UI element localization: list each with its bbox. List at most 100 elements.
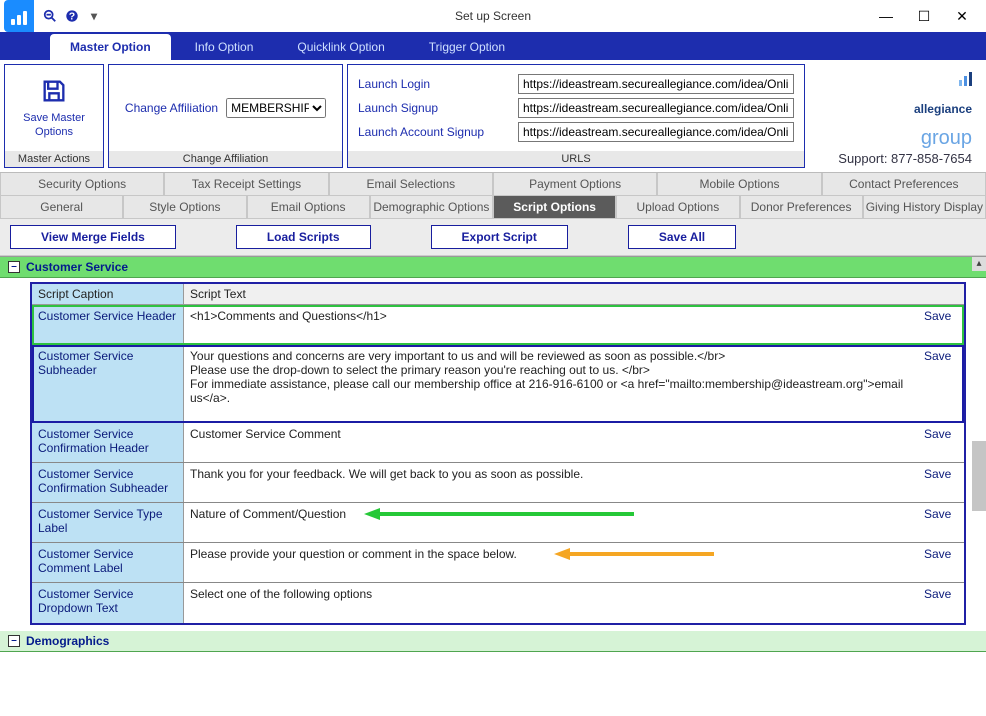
view-merge-fields-button[interactable]: View Merge Fields xyxy=(10,225,176,249)
export-script-button[interactable]: Export Script xyxy=(431,225,568,249)
table-row[interactable]: Customer Service Confirmation Header Cus… xyxy=(32,423,964,463)
group-urls: Launch Login Launch Signup Launch Accoun… xyxy=(347,64,805,168)
tab-info-option[interactable]: Info Option xyxy=(175,34,274,60)
table-row[interactable]: Customer Service Comment Label Please pr… xyxy=(32,543,964,583)
support-phone: Support: 877-858-7654 xyxy=(819,151,972,166)
brand-area: allegiance group Support: 877-858-7654 xyxy=(809,64,982,168)
save-link[interactable]: Save xyxy=(918,345,964,422)
stab-contact-preferences[interactable]: Contact Preferences xyxy=(822,173,986,196)
app-icon xyxy=(4,0,34,32)
section-demographics[interactable]: – Demographics xyxy=(0,631,986,652)
help-icon[interactable]: ? xyxy=(62,6,82,26)
save-link[interactable]: Save xyxy=(918,543,964,582)
save-icon[interactable] xyxy=(40,77,68,108)
launch-signup-label: Launch Signup xyxy=(358,101,508,115)
section-title: Demographics xyxy=(26,634,109,648)
collapse-toggle-icon[interactable]: – xyxy=(8,261,20,273)
window-title: Set up Screen xyxy=(455,9,531,23)
script-caption: Customer Service Dropdown Text xyxy=(32,583,184,623)
launch-signup-input[interactable] xyxy=(518,98,794,118)
script-text[interactable]: Nature of Comment/Question xyxy=(184,503,918,542)
launch-login-label: Launch Login xyxy=(358,77,508,91)
section-title: Customer Service xyxy=(26,260,128,274)
vertical-scrollbar[interactable]: ▴ xyxy=(972,257,986,716)
script-caption: Customer Service Comment Label xyxy=(32,543,184,582)
section-customer-service[interactable]: – Customer Service xyxy=(0,257,986,278)
save-link[interactable]: Save xyxy=(918,305,964,344)
table-row[interactable]: Customer Service Dropdown Text Select on… xyxy=(32,583,964,623)
script-text[interactable]: Select one of the following options xyxy=(184,583,918,623)
action-row: View Merge Fields Load Scripts Export Sc… xyxy=(0,219,986,256)
table-row[interactable]: Customer Service Header <h1>Comments and… xyxy=(32,305,964,345)
launch-acct-signup-input[interactable] xyxy=(518,122,794,142)
stab-payment-options[interactable]: Payment Options xyxy=(493,173,657,196)
save-link[interactable]: Save xyxy=(918,583,964,623)
table-row[interactable]: Customer Service Type Label Nature of Co… xyxy=(32,503,964,543)
script-caption: Customer Service Confirmation Subheader xyxy=(32,463,184,502)
stab-script-options[interactable]: Script Options xyxy=(493,196,616,219)
collapse-toggle-icon[interactable]: – xyxy=(8,635,20,647)
group-caption-change-affiliation: Change Affiliation xyxy=(109,151,342,167)
script-text[interactable]: Thank you for your feedback. We will get… xyxy=(184,463,918,502)
maximize-button[interactable]: ☐ xyxy=(914,8,934,25)
table-row[interactable]: Customer Service Confirmation Subheader … xyxy=(32,463,964,503)
grid-header: Script Caption Script Text xyxy=(32,284,964,305)
stab-style-options[interactable]: Style Options xyxy=(123,196,246,219)
group-master-actions: Save Master Options Master Actions xyxy=(4,64,104,168)
launch-login-input[interactable] xyxy=(518,74,794,94)
save-master-label[interactable]: Save Master Options xyxy=(15,112,93,138)
script-caption: Customer Service Header xyxy=(32,305,184,344)
launch-acct-signup-label: Launch Account Signup xyxy=(358,125,508,139)
group-caption-urls: URLS xyxy=(348,151,804,167)
orange-arrow-icon xyxy=(554,547,714,561)
script-text[interactable]: Please provide your question or comment … xyxy=(184,543,918,582)
title-bar: ? ▾ Set up Screen — ☐ ✕ xyxy=(0,0,986,32)
change-affiliation-label: Change Affiliation xyxy=(125,101,218,115)
script-text[interactable]: Customer Service Comment xyxy=(184,423,918,462)
stab-demographic-options[interactable]: Demographic Options xyxy=(370,196,493,219)
stab-upload-options[interactable]: Upload Options xyxy=(616,196,739,219)
script-text[interactable]: <h1>Comments and Questions</h1> xyxy=(184,305,918,344)
ribbon: Save Master Options Master Actions Chang… xyxy=(0,60,986,173)
script-caption: Customer Service Subheader xyxy=(32,345,184,422)
stab-security-options[interactable]: Security Options xyxy=(0,173,164,196)
affiliation-select[interactable]: MEMBERSHIP xyxy=(226,98,326,118)
dropdown-icon[interactable]: ▾ xyxy=(84,6,104,26)
stab-donor-preferences[interactable]: Donor Preferences xyxy=(740,196,863,219)
stab-giving-history[interactable]: Giving History Display xyxy=(863,196,986,219)
secondary-tabs-row2: General Style Options Email Options Demo… xyxy=(0,196,986,219)
content-area[interactable]: – Customer Service Script Caption Script… xyxy=(0,256,986,716)
stab-general[interactable]: General xyxy=(0,196,123,219)
save-link[interactable]: Save xyxy=(918,503,964,542)
script-caption: Customer Service Confirmation Header xyxy=(32,423,184,462)
zoom-out-icon[interactable] xyxy=(40,6,60,26)
col-script-caption: Script Caption xyxy=(32,284,184,304)
load-scripts-button[interactable]: Load Scripts xyxy=(236,225,371,249)
tab-master-option[interactable]: Master Option xyxy=(50,34,171,60)
stab-mobile-options[interactable]: Mobile Options xyxy=(657,173,821,196)
script-caption: Customer Service Type Label xyxy=(32,503,184,542)
stab-email-options[interactable]: Email Options xyxy=(247,196,370,219)
save-all-button[interactable]: Save All xyxy=(628,225,736,249)
save-link[interactable]: Save xyxy=(918,463,964,502)
group-caption-master-actions: Master Actions xyxy=(5,151,103,167)
save-link[interactable]: Save xyxy=(918,423,964,462)
scroll-thumb[interactable] xyxy=(972,441,986,511)
close-button[interactable]: ✕ xyxy=(952,8,972,25)
stab-tax-receipt[interactable]: Tax Receipt Settings xyxy=(164,173,328,196)
svg-text:?: ? xyxy=(69,11,75,23)
stab-email-selections[interactable]: Email Selections xyxy=(329,173,493,196)
brand-logo: allegiance group xyxy=(819,89,972,151)
table-row[interactable]: Customer Service Subheader Your question… xyxy=(32,345,964,423)
script-text[interactable]: Your questions and concerns are very imp… xyxy=(184,345,918,422)
green-arrow-icon xyxy=(364,507,634,521)
primary-tabs: Master Option Info Option Quicklink Opti… xyxy=(0,32,986,60)
window-buttons: — ☐ ✕ xyxy=(876,8,982,25)
secondary-tabs-row1: Security Options Tax Receipt Settings Em… xyxy=(0,173,986,196)
tab-quicklink-option[interactable]: Quicklink Option xyxy=(277,34,404,60)
minimize-button[interactable]: — xyxy=(876,8,896,24)
tab-trigger-option[interactable]: Trigger Option xyxy=(409,34,525,60)
script-grid: Script Caption Script Text Customer Serv… xyxy=(30,282,966,625)
col-script-text: Script Text xyxy=(184,284,918,304)
scroll-up-icon[interactable]: ▴ xyxy=(972,257,986,271)
